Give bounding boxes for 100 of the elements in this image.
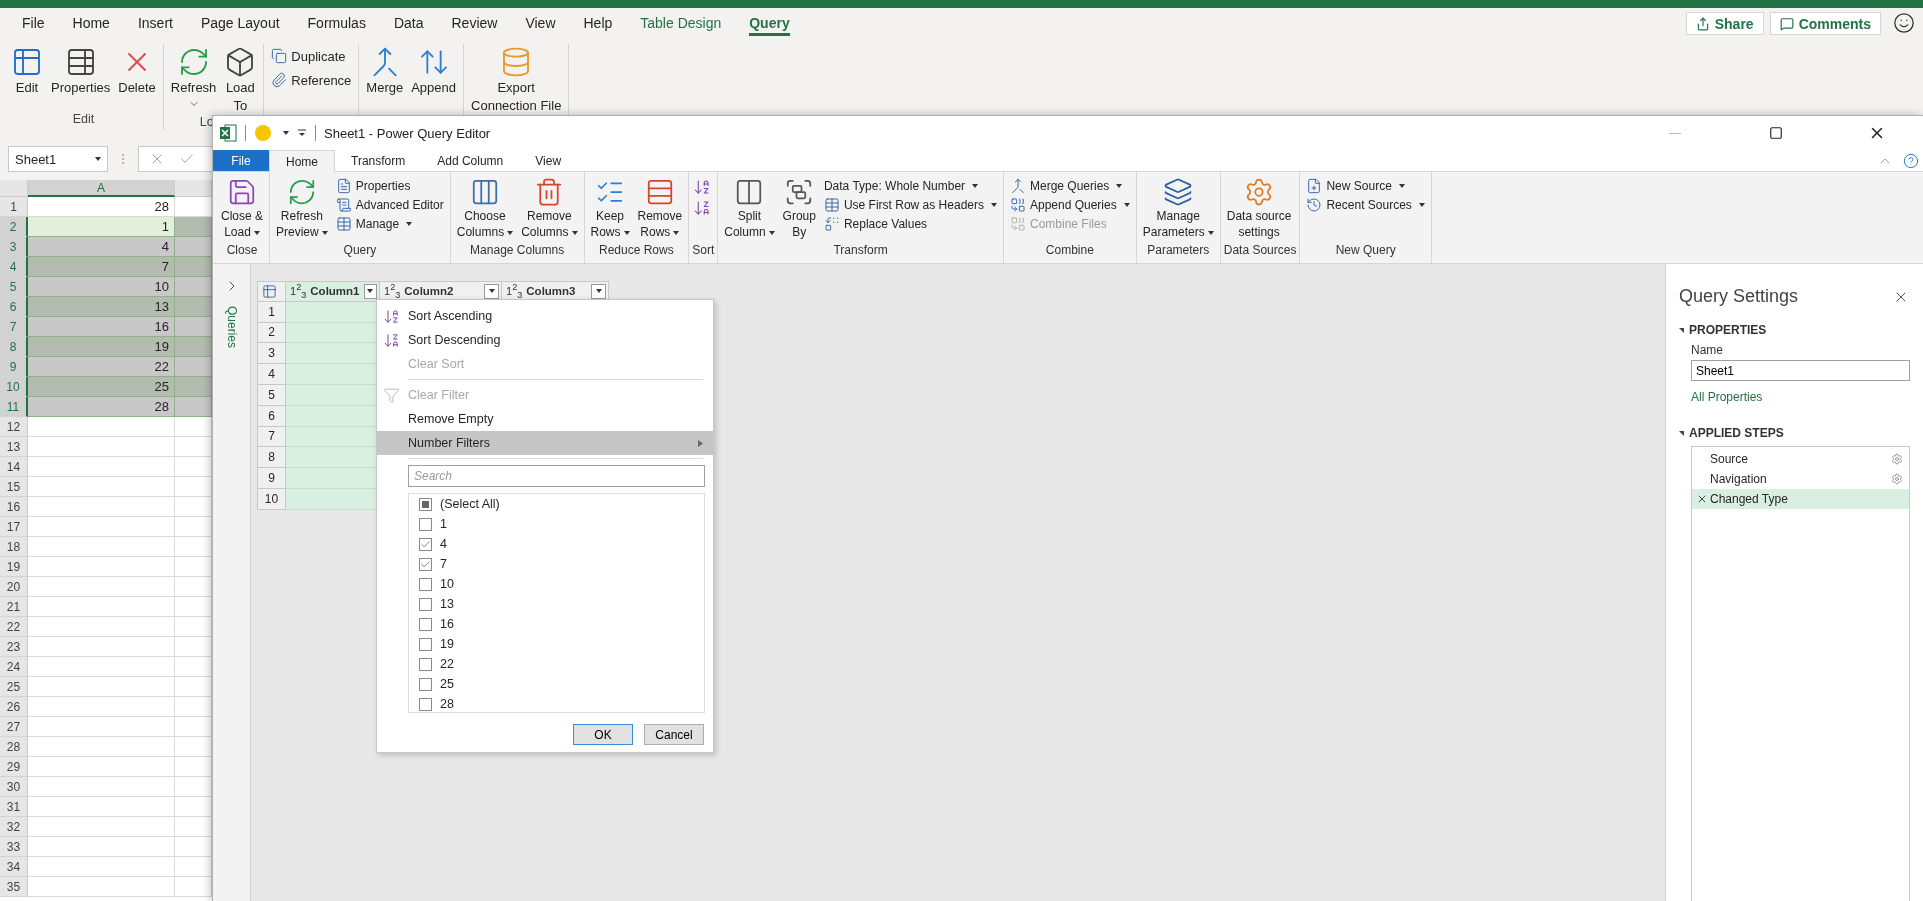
step-item[interactable]: Source [1692,449,1909,469]
queries-label[interactable]: Queries [224,306,239,349]
name-box[interactable]: Sheet1 [8,146,108,172]
row-header[interactable]: 22 [0,617,28,637]
menu-item[interactable]: Number Filters [377,431,713,455]
column-header[interactable]: A [28,180,175,197]
row-header[interactable]: 32 [0,817,28,837]
row-header[interactable]: 30 [0,777,28,797]
row-header[interactable]: 4 [0,257,28,277]
ribbon-tab[interactable]: Home [269,150,335,172]
row-header[interactable]: 29 [0,757,28,777]
row-header[interactable]: 19 [0,557,28,577]
row-header[interactable]: 33 [0,837,28,857]
ribbon-button[interactable]: Keep Rows [587,175,633,242]
ribbon-button[interactable]: Append Queries [1007,196,1133,214]
ribbon-tab[interactable]: Add Column [421,150,520,171]
row-header[interactable]: 17 [0,517,28,537]
ribbon-button[interactable]: Append [408,44,460,98]
ribbon-button[interactable]: Advanced Editor [332,196,447,214]
ribbon-tab[interactable]: Data [379,8,438,38]
row-header[interactable]: 26 [0,697,28,717]
row-header[interactable]: 2 [0,217,28,237]
row-header[interactable]: 23 [0,637,28,657]
row-header[interactable]: 24 [0,657,28,677]
row-header[interactable]: 15 [0,477,28,497]
ribbon-button[interactable]: Properties [48,44,114,98]
ribbon-button[interactable]: Data Type: Whole Number [820,177,1000,195]
ribbon-button[interactable]: Load To [221,44,260,116]
ribbon-button[interactable]: Remove Columns [518,175,581,242]
row-header[interactable]: 1 [0,197,28,217]
ribbon-button[interactable]: Manage Parameters [1139,175,1217,242]
ribbon-tab[interactable]: File [8,8,59,38]
ribbon-tab[interactable]: Query [735,8,804,38]
ribbon-button[interactable]: Merge [363,44,407,98]
search-field[interactable]: Search [408,465,705,487]
row-header[interactable]: 27 [0,717,28,737]
ribbon-button[interactable]: Close & Load [218,175,267,242]
row-header[interactable]: 35 [0,877,28,897]
row-header[interactable]: 14 [0,457,28,477]
row-header[interactable]: 12 [0,417,28,437]
ribbon-tab[interactable]: Transform [335,150,422,171]
ribbon-button[interactable]: Duplicate [268,46,355,66]
ribbon-button[interactable]: Export Connection File [468,44,565,116]
row-header[interactable]: 10 [0,377,28,397]
row-header[interactable]: 13 [0,437,28,457]
share-button[interactable]: Share [1685,12,1764,35]
ribbon-tab[interactable]: Help [569,8,627,38]
ribbon-button[interactable]: Data source settings [1223,175,1295,242]
row-header[interactable]: 16 [0,497,28,517]
row-header[interactable]: 20 [0,577,28,597]
ribbon-tab[interactable]: View [511,8,570,38]
ribbon-button[interactable]: Reference [268,70,355,90]
ribbon-button[interactable]: Replace Values [820,215,1000,233]
column-header[interactable]: 1$^{2}$$_{3}$ Column2 [380,281,502,302]
ribbon-tab[interactable]: Review [437,8,512,38]
ribbon-button[interactable]: Properties [332,177,447,195]
row-header[interactable]: 6 [0,297,28,317]
cancel-button[interactable]: Cancel [644,724,704,745]
row-header[interactable]: 5 [0,277,28,297]
row-header[interactable]: 18 [0,537,28,557]
row-header[interactable]: 31 [0,797,28,817]
row-header[interactable]: 8 [0,337,28,357]
row-header[interactable]: 3 [0,237,28,257]
ribbon-button[interactable]: Remove Rows [634,175,686,242]
ribbon-tab[interactable]: Insert [123,8,187,38]
all-properties-link[interactable]: All Properties [1691,390,1909,404]
step-item[interactable]: Changed Type [1692,489,1909,509]
ribbon-button[interactable]: Edit [8,44,46,98]
ribbon-button[interactable]: Use First Row as Headers [820,196,1000,214]
ribbon-button[interactable]: New Source [1303,177,1428,195]
row-header[interactable]: 9 [0,357,28,377]
comments-button[interactable]: Comments [1769,12,1881,35]
ribbon-button[interactable]: Group By [779,175,819,242]
menu-item[interactable]: Remove Empty [377,407,713,431]
ribbon-button[interactable]: Refresh [167,44,220,112]
ok-button[interactable]: OK [573,724,633,745]
ribbon-tab[interactable]: View [519,150,578,171]
column-header[interactable]: 1$^{2}$$_{3}$ Column1 [286,281,380,302]
ribbon-button[interactable]: Merge Queries [1007,177,1133,195]
ribbon-button[interactable]: Recent Sources [1303,196,1428,214]
menu-item[interactable]: Sort Descending [377,328,713,352]
ribbon-tab[interactable]: Formulas [293,8,380,38]
ribbon-tab[interactable]: Page Layout [186,8,294,38]
ribbon-button[interactable]: Choose Columns [453,175,517,242]
ribbon-button[interactable]: Manage [332,215,447,233]
step-item[interactable]: Navigation [1692,469,1909,489]
ribbon-button[interactable]: Refresh Preview [273,175,331,242]
name-field[interactable]: Sheet1 [1691,360,1910,381]
row-header[interactable]: 11 [0,397,28,417]
ribbon-tab[interactable]: Home [58,8,124,38]
row-header[interactable]: 28 [0,737,28,757]
ribbon-button[interactable]: Delete [115,44,159,98]
ribbon-tab[interactable]: File [213,150,269,171]
row-header[interactable]: 21 [0,597,28,617]
row-header[interactable]: 7 [0,317,28,337]
ribbon-tab[interactable]: Table Design [626,8,736,38]
column-header[interactable]: 1$^{2}$$_{3}$ Column3 [502,281,609,302]
ribbon-button[interactable]: Split Column [721,175,778,242]
row-header[interactable]: 25 [0,677,28,697]
row-header[interactable]: 34 [0,857,28,877]
